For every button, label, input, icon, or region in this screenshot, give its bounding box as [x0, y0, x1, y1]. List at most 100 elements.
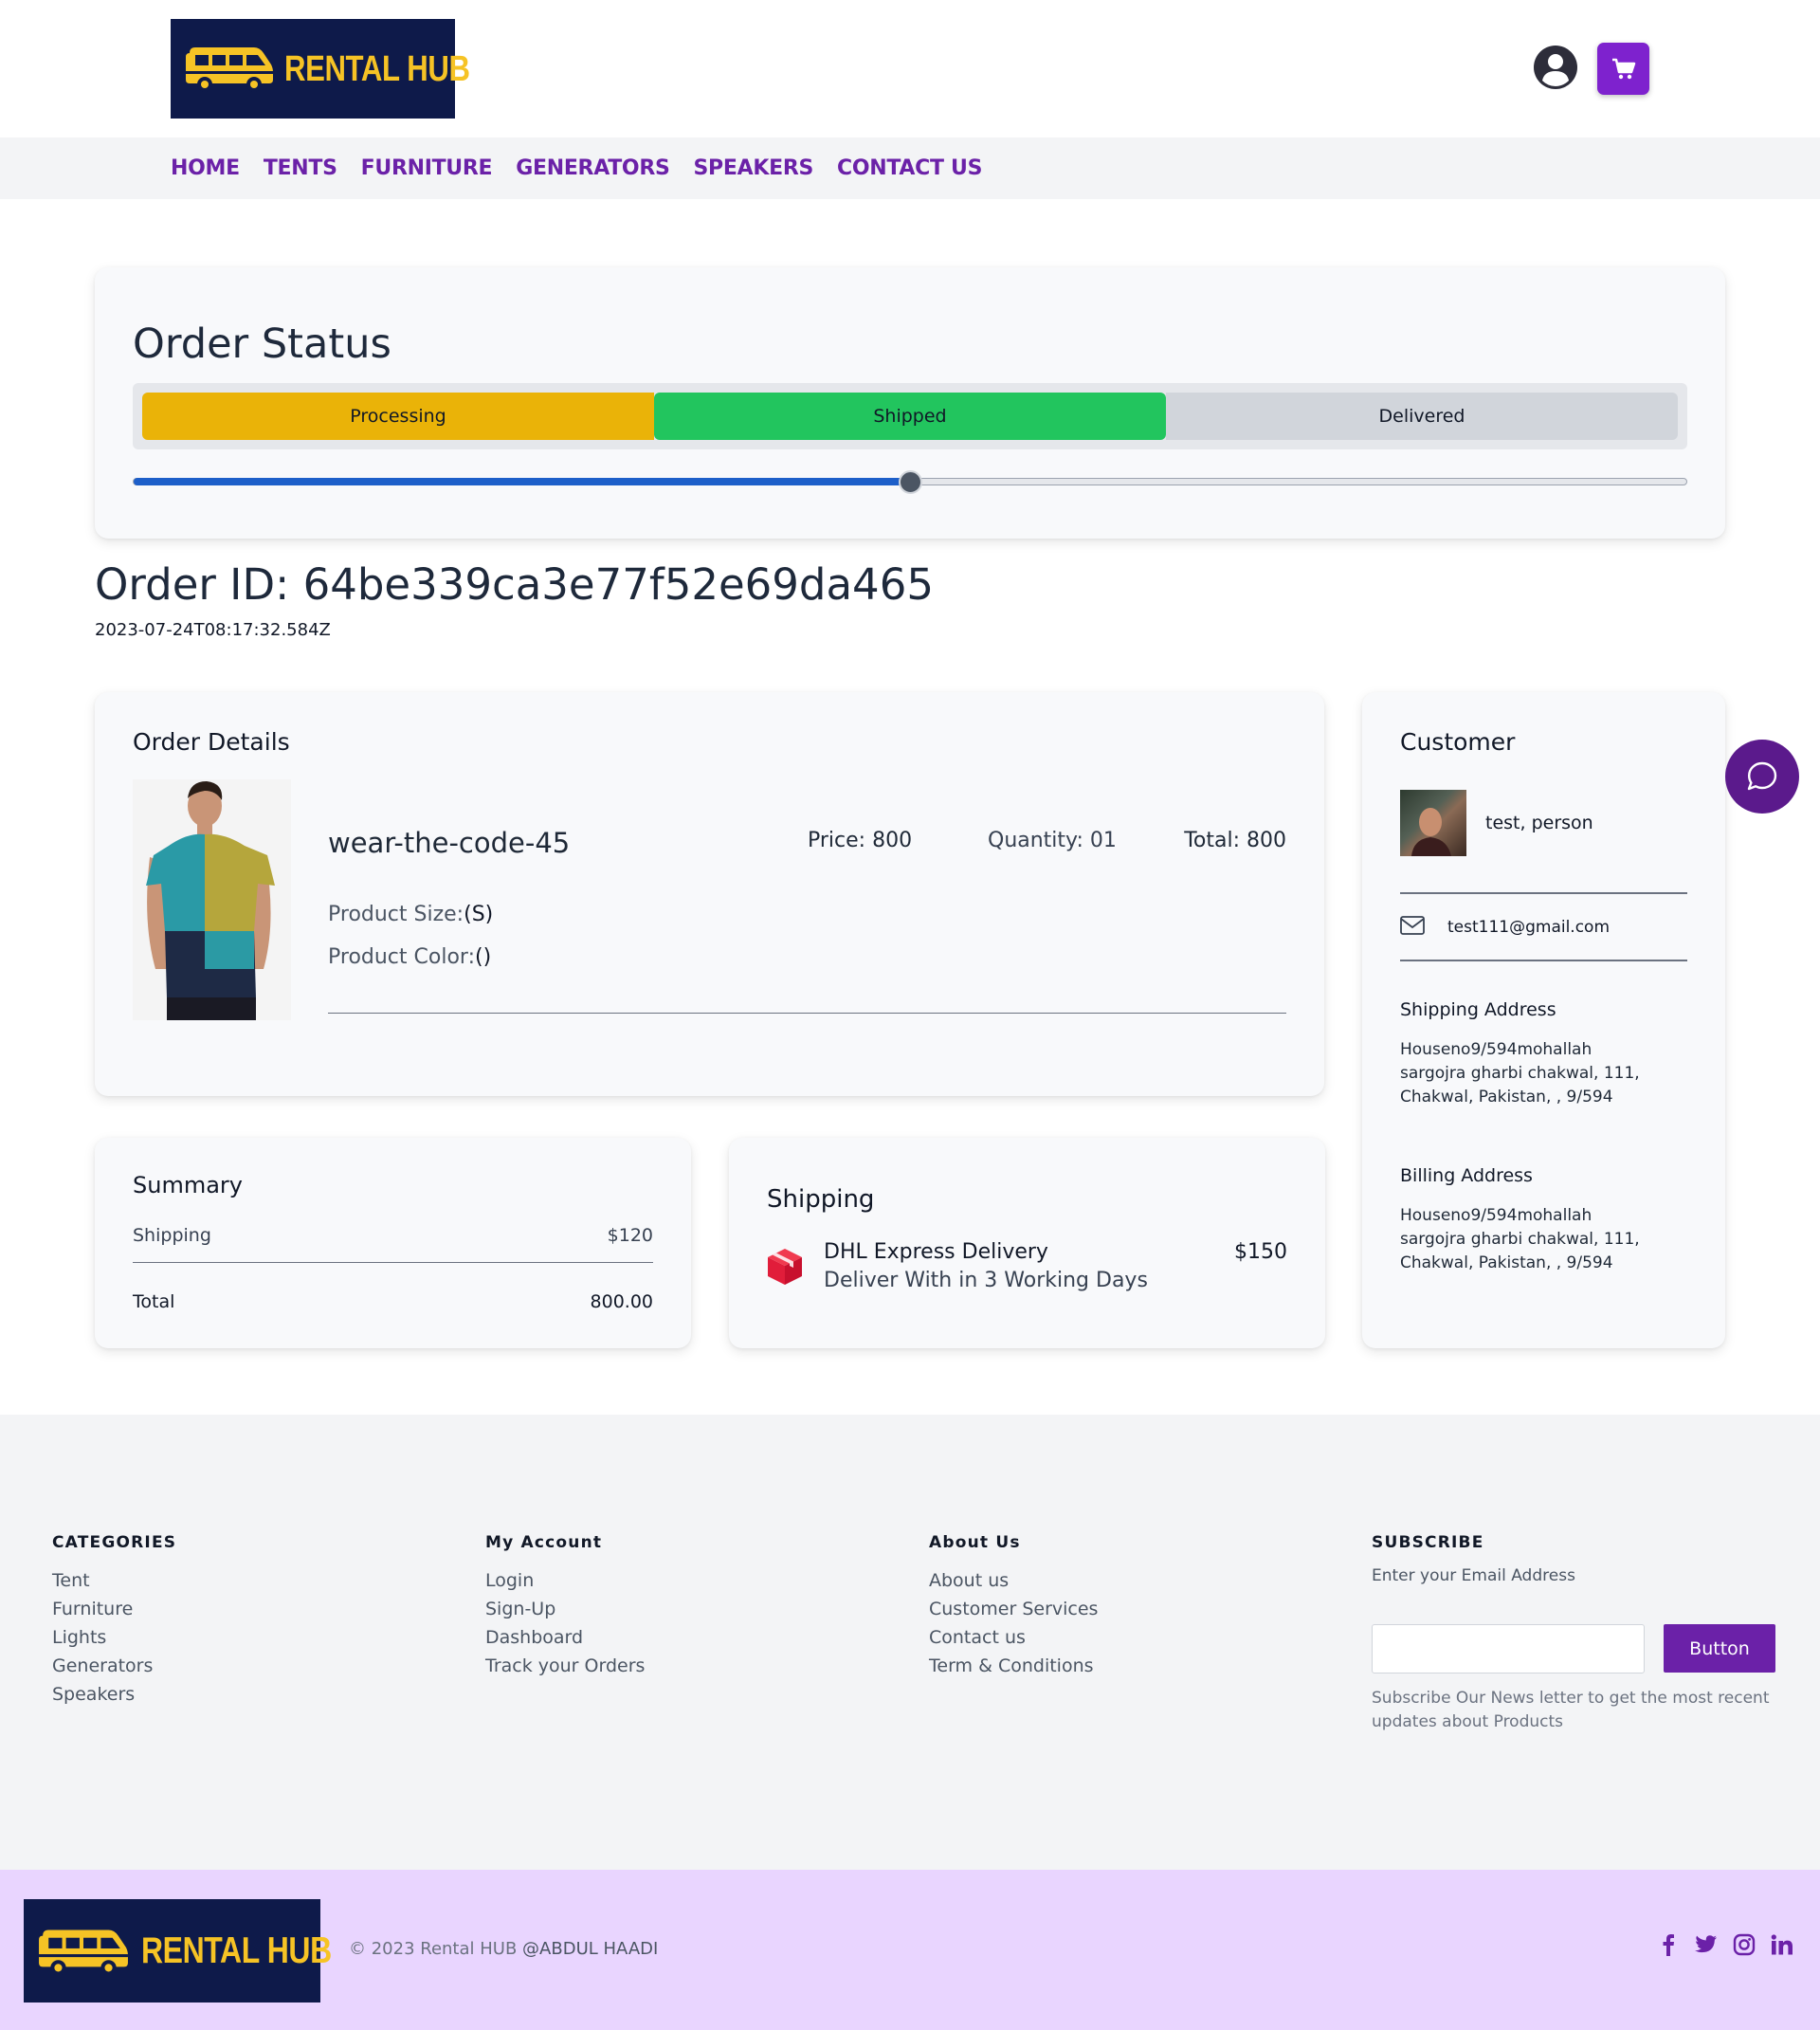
- linkedin-icon[interactable]: [1771, 1932, 1793, 1957]
- user-account-icon[interactable]: [1533, 45, 1578, 90]
- footer-about-title: About Us: [929, 1533, 1021, 1552]
- footer-categories-title: CATEGORIES: [52, 1533, 177, 1552]
- product-quantity: Quantity: 01: [988, 829, 1117, 852]
- instagram-icon[interactable]: [1733, 1932, 1756, 1957]
- van-icon: [186, 47, 273, 92]
- step-delivered: Delivered: [1166, 393, 1678, 440]
- footer-link-customer-services[interactable]: Customer Services: [929, 1595, 1098, 1623]
- product-name[interactable]: wear-the-code-45: [328, 827, 570, 859]
- shipping-cost: $150: [1234, 1240, 1287, 1264]
- step-processing: Processing: [142, 393, 654, 440]
- status-steps: Processing Shipped Delivered: [133, 383, 1687, 449]
- order-date: 2023-07-24T08:17:32.584Z: [95, 620, 331, 640]
- nav-tents[interactable]: TENTS: [264, 156, 337, 180]
- details-divider: [328, 1013, 1286, 1014]
- van-icon: [39, 1929, 128, 1976]
- nav-speakers[interactable]: SPEAKERS: [694, 156, 814, 180]
- chat-button[interactable]: [1725, 740, 1799, 814]
- logo-text: RENTAL HUB: [284, 49, 470, 89]
- package-icon: [768, 1249, 802, 1285]
- nav-contact-us[interactable]: CONTACT US: [837, 156, 982, 180]
- subscribe-button[interactable]: Button: [1664, 1624, 1775, 1673]
- footer-link-contact-us[interactable]: Contact us: [929, 1623, 1098, 1652]
- summary-divider: [133, 1262, 653, 1263]
- summary-total-label: Total: [133, 1291, 175, 1312]
- site-header: RENTAL HUB: [0, 0, 1820, 137]
- product-price: Price: 800: [808, 829, 913, 852]
- order-status-title: Order Status: [133, 320, 391, 368]
- order-details-card: Order Details wear-the-code-45 Price: 80…: [95, 692, 1324, 1096]
- product-size-value: (S): [464, 903, 494, 926]
- customer-card: Customer test, person test111@gmail.com …: [1362, 692, 1725, 1348]
- footer-link-tent[interactable]: Tent: [52, 1566, 176, 1595]
- nav-generators[interactable]: GENERATORS: [516, 156, 670, 180]
- subscribe-note: Subscribe Our News letter to get the mos…: [1372, 1689, 1770, 1731]
- twitter-icon[interactable]: [1695, 1932, 1718, 1957]
- customer-email[interactable]: test111@gmail.com: [1447, 918, 1610, 937]
- subscribe-email-label: Enter your Email Address: [1372, 1566, 1575, 1585]
- customer-divider: [1400, 892, 1687, 894]
- footer: CATEGORIES Tent Furniture Lights Generat…: [0, 1415, 1820, 1870]
- copyright: © 2023 Rental HUB @ABDUL HAADI: [349, 1939, 658, 1959]
- customer-avatar: [1400, 790, 1466, 856]
- customer-title: Customer: [1400, 728, 1516, 756]
- footer-link-track-orders[interactable]: Track your Orders: [485, 1652, 645, 1680]
- footer-subscribe-title: SUBSCRIBE: [1372, 1533, 1484, 1552]
- footer-subscribe: SUBSCRIBE Enter your Email Address Butto…: [1372, 1533, 1789, 1731]
- summary-card: Summary Shipping $120 Total 800.00: [95, 1138, 691, 1348]
- product-color: Product Color:(): [328, 945, 491, 969]
- footer-link-about-us[interactable]: About us: [929, 1566, 1098, 1595]
- product-color-label: Product Color:: [328, 945, 475, 969]
- chat-icon: [1747, 761, 1777, 791]
- footer-link-terms[interactable]: Term & Conditions: [929, 1652, 1098, 1680]
- order-status-card: Order Status Processing Shipped Delivere…: [95, 267, 1725, 539]
- step-shipped: Shipped: [654, 393, 1166, 440]
- product-size: Product Size:(S): [328, 903, 493, 926]
- billing-address: Houseno9/594mohallah sargojra gharbi cha…: [1400, 1206, 1640, 1272]
- copyright-text: © 2023 Rental HUB: [349, 1939, 518, 1959]
- logo-text: RENTAL HUB: [141, 1930, 332, 1971]
- nav-furniture[interactable]: FURNITURE: [361, 156, 493, 180]
- summary-title: Summary: [133, 1172, 243, 1198]
- main-nav: HOME TENTS FURNITURE GENERATORS SPEAKERS…: [0, 137, 1820, 199]
- progress-thumb[interactable]: [899, 470, 922, 494]
- footer-logo[interactable]: RENTAL HUB: [24, 1899, 332, 2003]
- subscribe-email-input[interactable]: [1372, 1624, 1645, 1673]
- footer-about-us: About Us About us Customer Services Cont…: [929, 1533, 1098, 1680]
- footer-link-generators[interactable]: Generators: [52, 1652, 176, 1680]
- shipping-card: Shipping DHL Express Delivery Deliver Wi…: [729, 1138, 1325, 1348]
- footer-link-speakers[interactable]: Speakers: [52, 1680, 176, 1709]
- progress-slider[interactable]: [133, 470, 1687, 494]
- product-color-value: (): [475, 945, 492, 969]
- footer-link-dashboard[interactable]: Dashboard: [485, 1623, 645, 1652]
- mail-icon: [1400, 916, 1425, 935]
- copyright-author[interactable]: @ABDUL HAADI: [522, 1939, 658, 1959]
- footer-link-login[interactable]: Login: [485, 1566, 645, 1595]
- footer-link-lights[interactable]: Lights: [52, 1623, 176, 1652]
- summary-shipping-label: Shipping: [133, 1225, 211, 1246]
- footer-link-furniture[interactable]: Furniture: [52, 1595, 176, 1623]
- shipping-carrier: DHL Express Delivery: [824, 1240, 1048, 1264]
- footer-my-account: My Account Login Sign-Up Dashboard Track…: [485, 1533, 645, 1680]
- shipping-title: Shipping: [767, 1185, 875, 1214]
- site-logo[interactable]: RENTAL HUB: [171, 19, 470, 119]
- nav-list: HOME TENTS FURNITURE GENERATORS SPEAKERS…: [171, 156, 982, 180]
- shipping-eta: Deliver With in 3 Working Days: [824, 1269, 1148, 1292]
- product-image: [133, 779, 291, 1020]
- summary-total-value: 800.00: [590, 1291, 653, 1312]
- order-details-title: Order Details: [133, 728, 290, 756]
- footer-link-signup[interactable]: Sign-Up: [485, 1595, 645, 1623]
- progress-fill: [134, 478, 910, 485]
- customer-divider: [1400, 960, 1687, 961]
- summary-shipping-value: $120: [607, 1225, 653, 1246]
- cart-icon: [1611, 58, 1635, 79]
- shipping-address: Houseno9/594mohallah sargojra gharbi cha…: [1400, 1040, 1640, 1106]
- order-id: Order ID: 64be339ca3e77f52e69da465: [95, 559, 934, 610]
- shipping-address-title: Shipping Address: [1400, 999, 1556, 1020]
- footer-account-title: My Account: [485, 1533, 603, 1552]
- facebook-icon[interactable]: [1657, 1932, 1680, 1957]
- cart-button[interactable]: [1597, 43, 1649, 95]
- customer-name: test, person: [1485, 813, 1593, 833]
- nav-home[interactable]: HOME: [171, 156, 240, 180]
- billing-address-title: Billing Address: [1400, 1165, 1533, 1186]
